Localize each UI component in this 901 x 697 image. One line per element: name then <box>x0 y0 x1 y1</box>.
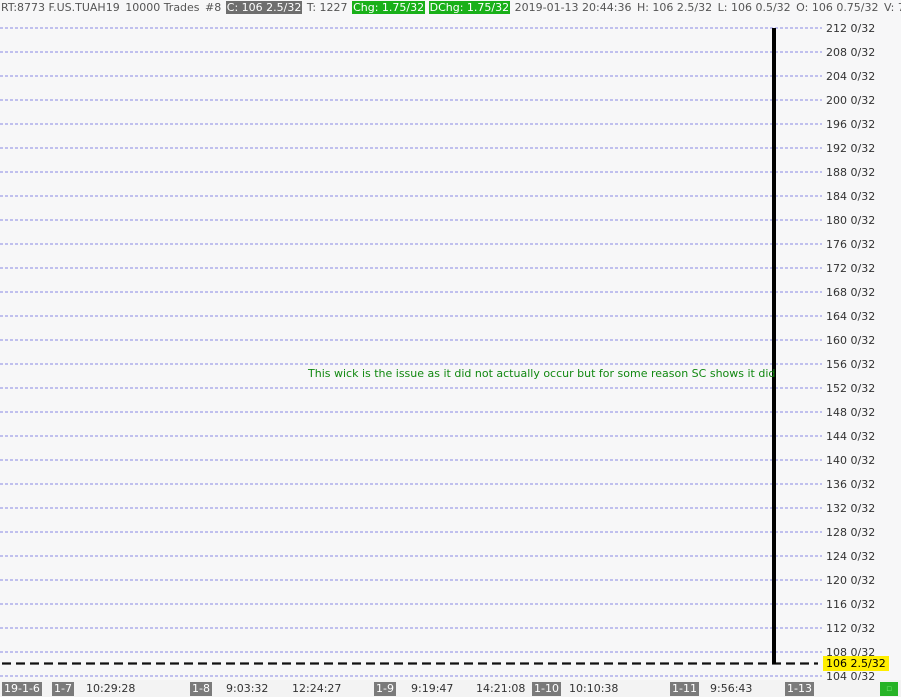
y-tick-label: 140 0/32 <box>826 454 875 467</box>
y-tick-label: 172 0/32 <box>826 262 875 275</box>
x-date-label: 1-7 <box>52 682 74 696</box>
grid-lines <box>0 27 822 677</box>
chart-marks <box>2 28 818 665</box>
x-date-label: 1-8 <box>190 682 212 696</box>
y-tick-label: 116 0/32 <box>826 598 875 611</box>
y-tick-label: 200 0/32 <box>826 94 875 107</box>
y-tick-label: 204 0/32 <box>826 70 875 83</box>
y-tick-label: 152 0/32 <box>826 382 875 395</box>
price-chart[interactable]: 212 0/32 208 0/32 204 0/32 200 0/32 196 0/32… <box>0 0 901 680</box>
y-tick-label: 196 0/32 <box>826 118 875 131</box>
x-date-label: 1-13 <box>785 682 814 696</box>
y-tick-label: 104 0/32 <box>826 670 875 680</box>
x-axis: 19-1-6 1-7 10:29:28 1-8 9:03:32 12:24:27 1-9 9:… <box>0 680 901 697</box>
y-tick-label: 156 0/32 <box>826 358 875 371</box>
x-date-label: 1-10 <box>532 682 561 696</box>
y-tick-label: 136 0/32 <box>826 478 875 491</box>
y-tick-label: 112 0/32 <box>826 622 875 635</box>
y-axis-labels: 212 0/32 208 0/32 204 0/32 200 0/32 196 0/32… <box>826 22 875 680</box>
chart-annotation: This wick is the issue as it did not act… <box>308 367 776 380</box>
x-date-label: 1-11 <box>670 682 699 696</box>
y-tick-label: 176 0/32 <box>826 238 875 251</box>
y-tick-label: 124 0/32 <box>826 550 875 563</box>
y-tick-label: 148 0/32 <box>826 406 875 419</box>
y-tick-label: 212 0/32 <box>826 22 875 35</box>
y-tick-label: 144 0/32 <box>826 430 875 443</box>
y-tick-label: 208 0/32 <box>826 46 875 59</box>
x-time-label: 10:29:28 <box>86 682 136 695</box>
y-tick-label: 188 0/32 <box>826 166 875 179</box>
current-price-label: 106 2.5/32 <box>823 656 889 671</box>
status-indicator: ▫ <box>880 682 898 696</box>
x-time-label: 14:21:08 <box>476 682 526 695</box>
y-tick-label: 128 0/32 <box>826 526 875 539</box>
y-tick-label: 120 0/32 <box>826 574 875 587</box>
x-date-label: 19-1-6 <box>2 682 42 696</box>
y-tick-label: 168 0/32 <box>826 286 875 299</box>
y-tick-label: 132 0/32 <box>826 502 875 515</box>
x-time-label: 12:24:27 <box>292 682 342 695</box>
x-time-label: 9:19:47 <box>411 682 454 695</box>
y-tick-label: 184 0/32 <box>826 190 875 203</box>
y-tick-label: 180 0/32 <box>826 214 875 227</box>
x-time-label: 9:56:43 <box>710 682 753 695</box>
x-time-label: 9:03:32 <box>226 682 269 695</box>
y-tick-label: 192 0/32 <box>826 142 875 155</box>
x-date-label: 1-9 <box>374 682 396 696</box>
x-time-label: 10:10:38 <box>569 682 619 695</box>
y-tick-label: 164 0/32 <box>826 310 875 323</box>
y-tick-label: 160 0/32 <box>826 334 875 347</box>
